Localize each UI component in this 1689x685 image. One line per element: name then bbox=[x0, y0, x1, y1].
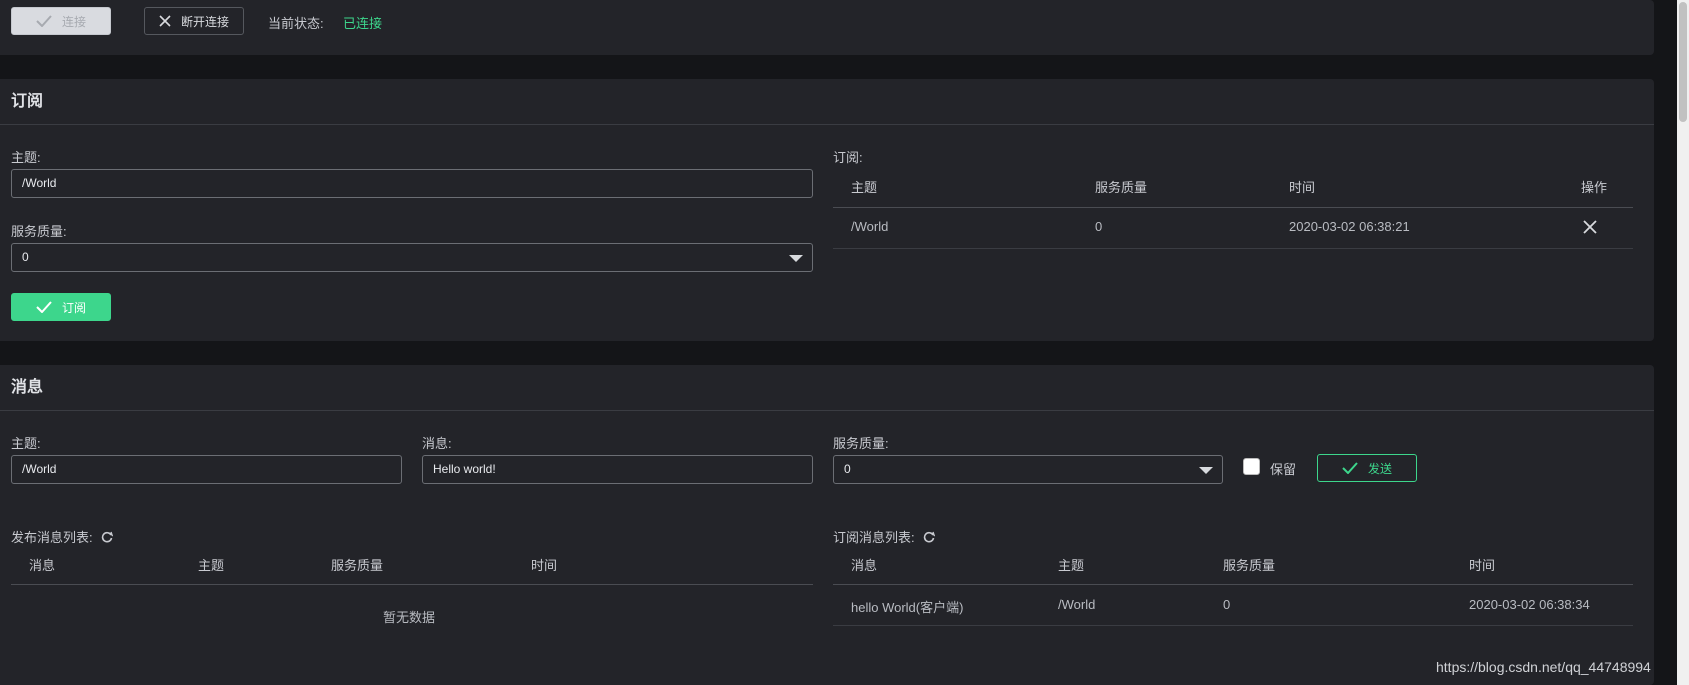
scrollbar-thumb[interactable] bbox=[1679, 2, 1687, 122]
col-header-topic: 主题 bbox=[1058, 558, 1085, 573]
close-icon[interactable] bbox=[1583, 220, 1597, 234]
close-icon bbox=[159, 15, 171, 27]
connection-card: 连接 断开连接 当前状态: 已连接 bbox=[0, 0, 1654, 55]
message-card-title: 消息 bbox=[0, 365, 1654, 411]
caret-down-icon bbox=[1199, 467, 1213, 474]
message-topic-label: 主题: bbox=[11, 436, 41, 451]
cell-topic: /World bbox=[851, 219, 889, 234]
cell-topic: /World bbox=[1058, 597, 1096, 612]
col-header-time: 时间 bbox=[531, 558, 558, 573]
cell-qos: 0 bbox=[1223, 597, 1231, 612]
message-card: 消息 主题: /World 消息: Hello world! 服务质量: 0 保… bbox=[0, 365, 1654, 685]
col-header-topic: 主题 bbox=[851, 180, 878, 195]
check-icon bbox=[1342, 462, 1358, 474]
subscribe-card-title: 订阅 bbox=[0, 79, 1654, 125]
subscribe-button-label: 订阅 bbox=[61, 300, 86, 315]
cell-time: 2020-03-02 06:38:34 bbox=[1469, 597, 1590, 612]
col-header-message: 消息 bbox=[851, 558, 878, 573]
col-header-qos: 服务质量 bbox=[1223, 558, 1276, 573]
refresh-icon[interactable] bbox=[923, 531, 935, 543]
disconnect-button[interactable]: 断开连接 bbox=[144, 7, 244, 35]
empty-text: 暂无数据 bbox=[383, 610, 436, 625]
table-header-divider bbox=[833, 584, 1633, 585]
check-icon bbox=[36, 301, 52, 313]
message-content-value: Hello world! bbox=[433, 462, 496, 476]
cell-message: hello World(客户端) bbox=[851, 600, 964, 615]
subscribe-qos-select[interactable]: 0 bbox=[11, 243, 813, 272]
message-qos-label: 服务质量: bbox=[833, 436, 889, 451]
published-table: 消息 主题 服务质量 时间 暂无数据 bbox=[11, 543, 813, 633]
subscribe-topic-label: 主题: bbox=[11, 150, 41, 165]
message-content-input[interactable]: Hello world! bbox=[422, 455, 813, 484]
status-value: 已连接 bbox=[343, 16, 383, 31]
col-header-topic: 主题 bbox=[198, 558, 225, 573]
status-label: 当前状态: bbox=[268, 16, 324, 31]
send-button-label: 发送 bbox=[1367, 461, 1392, 476]
col-header-qos: 服务质量 bbox=[1095, 180, 1148, 195]
subscribe-qos-value: 0 bbox=[22, 250, 29, 264]
subscribe-topic-value: /World bbox=[22, 176, 57, 190]
caret-down-icon bbox=[789, 255, 803, 262]
table-header-divider bbox=[833, 207, 1633, 208]
retain-checkbox[interactable] bbox=[1243, 458, 1260, 475]
table-header-divider bbox=[11, 584, 813, 585]
col-header-time: 时间 bbox=[1289, 180, 1316, 195]
send-button[interactable]: 发送 bbox=[1317, 454, 1417, 482]
message-qos-value: 0 bbox=[844, 462, 851, 476]
refresh-icon[interactable] bbox=[101, 531, 113, 543]
disconnect-button-label: 断开连接 bbox=[180, 14, 229, 29]
table-row-divider bbox=[833, 625, 1633, 626]
col-header-time: 时间 bbox=[1469, 558, 1496, 573]
cell-qos: 0 bbox=[1095, 219, 1103, 234]
message-topic-value: /World bbox=[22, 462, 57, 476]
col-header-qos: 服务质量 bbox=[331, 558, 384, 573]
message-qos-select[interactable]: 0 bbox=[833, 455, 1223, 484]
vertical-scrollbar[interactable] bbox=[1677, 0, 1689, 685]
connect-button[interactable]: 连接 bbox=[11, 7, 111, 35]
subscribe-button[interactable]: 订阅 bbox=[11, 293, 111, 321]
subscribe-qos-label: 服务质量: bbox=[11, 224, 67, 239]
subscriptions-table: 主题 服务质量 时间 操作 /World 0 2020-03-02 06:38:… bbox=[833, 165, 1633, 249]
connect-button-label: 连接 bbox=[61, 14, 86, 29]
col-header-message: 消息 bbox=[29, 558, 56, 573]
cell-time: 2020-03-02 06:38:21 bbox=[1289, 219, 1410, 234]
subscribe-card: 订阅 主题: /World 服务质量: 0 订阅 订阅: 主题 服务质量 时间 … bbox=[0, 79, 1654, 341]
col-header-action: 操作 bbox=[1581, 180, 1608, 195]
check-icon bbox=[36, 15, 52, 27]
table-row-divider bbox=[833, 248, 1633, 249]
subscribe-topic-input[interactable]: /World bbox=[11, 169, 813, 198]
watermark-text: https://blog.csdn.net/qq_44748994 bbox=[1436, 659, 1651, 675]
retain-label: 保留 bbox=[1270, 462, 1297, 477]
message-content-label: 消息: bbox=[422, 436, 452, 451]
message-topic-input[interactable]: /World bbox=[11, 455, 402, 484]
received-table: 消息 主题 服务质量 时间 hello World(客户端) /World 0 … bbox=[833, 543, 1633, 633]
subscriptions-list-label: 订阅: bbox=[833, 150, 863, 165]
